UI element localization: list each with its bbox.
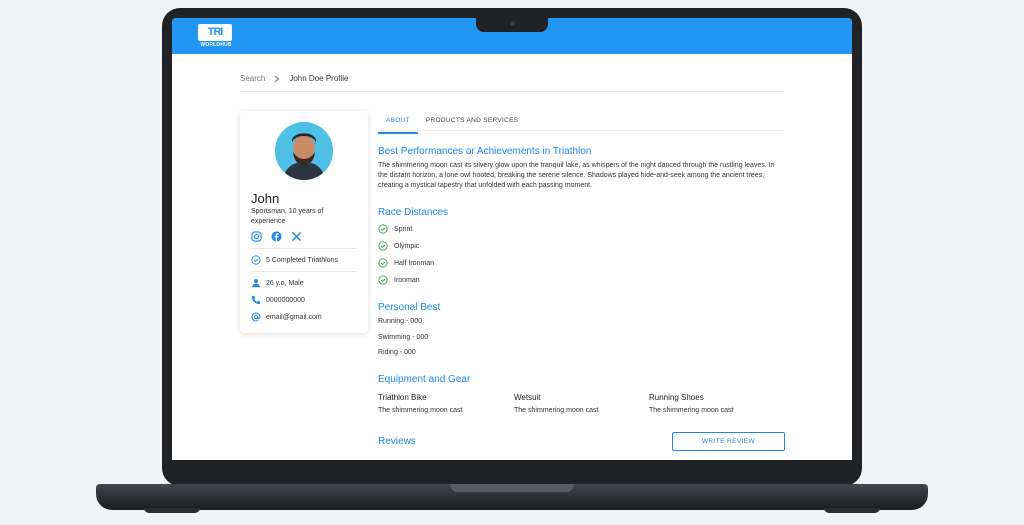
- distance-label: Ironman: [394, 276, 420, 284]
- card-divider: [251, 248, 357, 249]
- chevron-right-icon: [275, 75, 280, 82]
- check-circle-icon: [378, 275, 388, 285]
- base-groove: [450, 484, 574, 492]
- equipment-title: Equipment and Gear: [378, 374, 471, 385]
- breadcrumb-divider: [240, 91, 784, 92]
- distance-item: Ironman: [378, 275, 420, 285]
- distance-item: Sprint: [378, 224, 412, 234]
- equipment-item: Wetsuit The shimmering moon cast: [514, 393, 598, 414]
- age-gender-text: 26 y.o, Male: [266, 279, 304, 287]
- breadcrumb-root[interactable]: Search: [240, 74, 265, 83]
- breadcrumb: Search John Doe Profile: [240, 74, 349, 83]
- equipment-item: Running Shoes The shimmering moon cast: [649, 393, 733, 414]
- equipment-name: Triathlon Bike: [378, 393, 427, 402]
- distance-item: Half Ironman: [378, 258, 434, 268]
- laptop-foot: [144, 508, 200, 513]
- profile-card: John Sportsman, 10 years of experience 5…: [240, 111, 368, 333]
- at-sign-icon: [251, 312, 261, 322]
- check-circle-icon: [251, 255, 261, 265]
- check-circle-icon: [378, 241, 388, 251]
- age-row: 26 y.o, Male: [251, 278, 304, 288]
- check-circle-icon: [378, 258, 388, 268]
- profile-tabs: ABOUT PRODUCTS AND SERVICES: [378, 114, 526, 134]
- phone-text[interactable]: 0000000000: [266, 297, 305, 304]
- reviews-title: Reviews: [378, 436, 416, 447]
- camera-notch: [476, 16, 548, 32]
- completed-row: 5 Completed Triathlons: [251, 255, 338, 265]
- distance-label: Olympic: [394, 242, 420, 250]
- logo-mark: TRI: [198, 24, 232, 41]
- email-text[interactable]: email@gmail.com: [266, 314, 322, 321]
- race-distances-title: Race Distances: [378, 207, 449, 218]
- person-icon: [252, 279, 260, 288]
- distance-label: Half Ironman: [394, 259, 435, 267]
- equipment-desc: The shimmering moon cast: [514, 407, 599, 414]
- write-review-button[interactable]: WRITE REVIEW: [672, 432, 785, 451]
- personal-best-item: Riding - 000: [378, 349, 416, 356]
- x-icon[interactable]: [291, 231, 302, 242]
- tab-about[interactable]: ABOUT: [378, 114, 418, 134]
- laptop-base: [96, 484, 928, 510]
- avatar: [275, 122, 333, 180]
- laptop-screen: TRI WORLDHUB Search John Doe Profile Joh…: [172, 18, 852, 460]
- tabs-divider: [378, 130, 784, 131]
- personal-best-item: Running - 000: [378, 318, 422, 325]
- card-divider: [251, 271, 357, 272]
- equipment-name: Running Shoes: [649, 393, 704, 402]
- achievements-title: Best Performances or Achievements in Tri…: [378, 146, 592, 157]
- achievements-text: The shimmering moon cast its silvery glo…: [378, 162, 775, 189]
- profile-bio: Sportsman, 10 years of experience: [251, 208, 324, 225]
- equipment-desc: The shimmering moon cast: [649, 407, 734, 414]
- phone-icon: [251, 295, 261, 305]
- tab-products-and-services[interactable]: PRODUCTS AND SERVICES: [418, 114, 527, 134]
- logo[interactable]: TRI WORLDHUB: [198, 24, 234, 50]
- personal-best-title: Personal Best: [378, 302, 441, 313]
- camera-icon: [510, 21, 515, 26]
- logo-subtitle: WORLDHUB: [200, 42, 232, 48]
- equipment-desc: The shimmering moon cast: [378, 407, 463, 414]
- equipment-name: Wetsuit: [514, 393, 541, 402]
- instagram-icon[interactable]: [251, 231, 262, 242]
- phone-row: 0000000000: [251, 295, 305, 305]
- personal-best-item: Swimming - 000: [378, 334, 429, 341]
- email-row: email@gmail.com: [251, 312, 322, 322]
- facebook-icon[interactable]: [271, 231, 282, 242]
- completed-text: 5 Completed Triathlons: [266, 256, 338, 264]
- equipment-item: Triathlon Bike The shimmering moon cast: [378, 393, 462, 414]
- distance-item: Olympic: [378, 241, 419, 251]
- social-links: [251, 231, 302, 242]
- breadcrumb-current: John Doe Profile: [289, 74, 349, 83]
- distance-label: Sprint: [394, 225, 413, 233]
- profile-name: John: [251, 191, 280, 206]
- check-circle-icon: [378, 224, 388, 234]
- laptop-foot: [824, 508, 880, 513]
